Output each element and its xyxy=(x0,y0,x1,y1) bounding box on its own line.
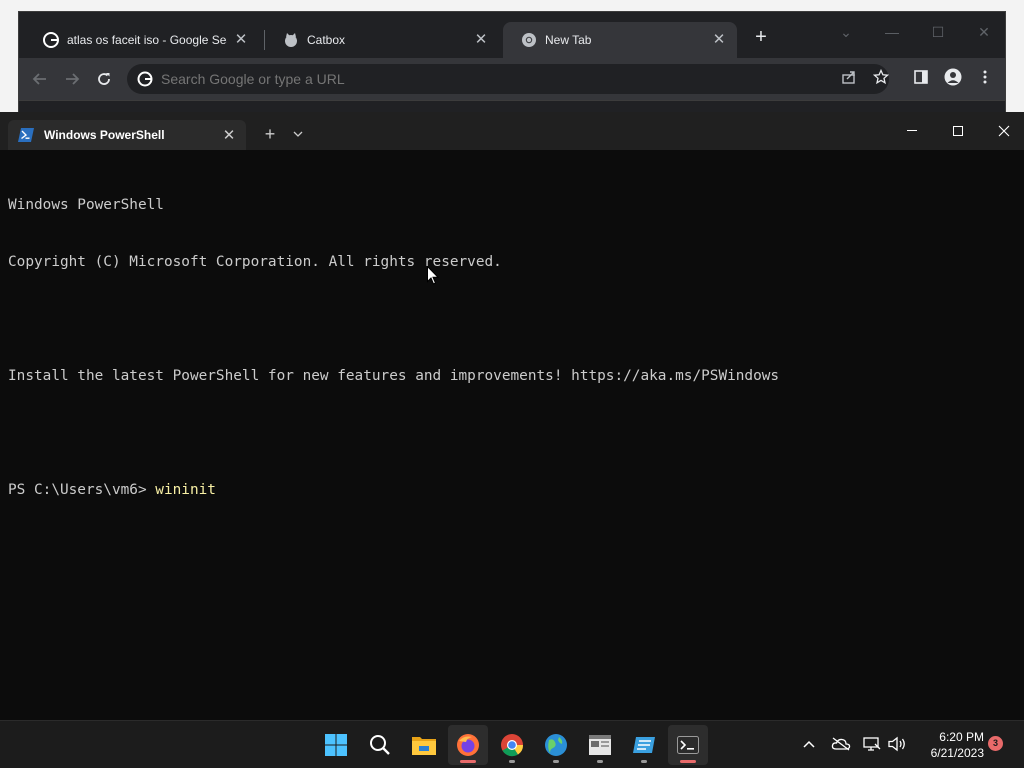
catbox-icon xyxy=(283,32,299,48)
new-tab-button[interactable]: + xyxy=(749,26,773,50)
taskbar-clock[interactable]: 6:20 PM 6/21/2023 xyxy=(914,729,984,761)
terminal-icon xyxy=(677,736,699,754)
google-icon xyxy=(137,71,153,87)
chrome-toolbar xyxy=(19,58,1005,100)
windows-icon xyxy=(325,734,347,756)
chrome-tab-catbox[interactable]: Catbox ✕ xyxy=(265,22,499,58)
side-panel-icon[interactable] xyxy=(908,64,934,90)
taskbar: 6:20 PM 6/21/2023 xyxy=(0,720,1024,768)
close-button[interactable]: ✕ xyxy=(961,18,1007,46)
clock-time: 6:20 PM xyxy=(939,730,984,744)
folder-icon xyxy=(412,737,436,755)
arrow-right-icon xyxy=(66,73,80,85)
profile-icon[interactable] xyxy=(940,64,966,90)
back-button[interactable] xyxy=(27,66,53,92)
chevron-down-icon[interactable] xyxy=(289,122,307,146)
star-icon[interactable] xyxy=(868,64,894,90)
running-indicator xyxy=(597,760,603,763)
chrome-window: atlas os faceit iso - Google Search ✕ Ca… xyxy=(18,11,1006,122)
firefox-button[interactable] xyxy=(448,725,488,765)
terminal-output[interactable]: Windows PowerShell Copyright (C) Microso… xyxy=(8,158,1008,538)
minimize-button[interactable]: — xyxy=(869,18,915,46)
close-icon[interactable]: ✕ xyxy=(473,32,489,48)
powershell-icon xyxy=(18,128,34,142)
app-button[interactable] xyxy=(624,725,664,765)
reload-icon xyxy=(98,73,110,85)
minimize-button[interactable] xyxy=(889,116,935,146)
chrome-icon xyxy=(501,734,524,757)
prompt-line: PS C:\Users\vm6> wininit xyxy=(8,481,1008,500)
chevron-up-icon[interactable] xyxy=(798,733,820,755)
app-window-button[interactable] xyxy=(580,725,620,765)
firefox-icon xyxy=(457,734,479,756)
app-icon xyxy=(633,737,655,753)
network-icon[interactable] xyxy=(861,733,883,755)
edge-button[interactable] xyxy=(536,725,576,765)
running-indicator xyxy=(553,760,559,763)
share-icon[interactable] xyxy=(836,64,862,90)
onedrive-icon[interactable] xyxy=(830,733,852,755)
menu-dots-icon[interactable] xyxy=(972,64,998,90)
chrome-tab-title: Catbox xyxy=(307,33,346,47)
running-indicator xyxy=(460,760,476,763)
chrome-tab-new-tab[interactable]: New Tab ✕ xyxy=(503,22,737,58)
mouse-pointer-icon xyxy=(427,266,439,285)
maximize-button[interactable] xyxy=(935,116,981,146)
arrow-left-icon xyxy=(32,73,46,85)
terminal-line: Install the latest PowerShell for new fe… xyxy=(8,368,780,384)
terminal-titlebar: Windows PowerShell ✕ + xyxy=(0,112,1024,150)
terminal-tab-powershell[interactable]: Windows PowerShell ✕ xyxy=(8,120,246,150)
running-indicator xyxy=(680,760,696,763)
terminal-line: Copyright (C) Microsoft Corporation. All… xyxy=(8,254,502,270)
chrome-tab-title: atlas os faceit iso - Google Search xyxy=(67,33,227,47)
running-indicator xyxy=(509,760,515,763)
globe-icon xyxy=(545,734,567,756)
running-indicator xyxy=(641,760,647,763)
close-icon[interactable]: ✕ xyxy=(220,126,238,144)
chrome-tab-title: New Tab xyxy=(545,33,592,47)
volume-icon[interactable] xyxy=(886,733,908,755)
address-input[interactable] xyxy=(161,71,801,87)
google-icon xyxy=(43,32,59,48)
search-icon xyxy=(370,735,390,755)
chevron-down-icon[interactable]: ⌄ xyxy=(823,18,869,46)
chrome-tab-strip: atlas os faceit iso - Google Search ✕ Ca… xyxy=(19,12,1005,58)
reload-button[interactable] xyxy=(91,66,117,92)
prompt-text: PS C:\Users\vm6> xyxy=(8,482,156,498)
start-button[interactable] xyxy=(316,725,356,765)
forward-button[interactable] xyxy=(59,66,85,92)
file-explorer-button[interactable] xyxy=(404,725,444,765)
terminal-button[interactable] xyxy=(668,725,708,765)
command-text: wininit xyxy=(155,482,216,498)
new-terminal-tab-button[interactable]: + xyxy=(260,122,280,146)
close-icon[interactable]: ✕ xyxy=(711,32,727,48)
close-button[interactable] xyxy=(981,116,1024,146)
close-icon[interactable]: ✕ xyxy=(233,32,249,48)
terminal-tab-title: Windows PowerShell xyxy=(44,128,165,142)
terminal-line: Windows PowerShell xyxy=(8,197,164,213)
maximize-button[interactable]: ☐ xyxy=(915,18,961,46)
terminal-window: Windows PowerShell ✕ + Windows PowerShel… xyxy=(0,112,1024,720)
chrome-icon xyxy=(521,32,537,48)
window-app-icon xyxy=(589,735,611,755)
address-bar[interactable] xyxy=(127,64,889,94)
chrome-button[interactable] xyxy=(492,725,532,765)
clock-date: 6/21/2023 xyxy=(930,746,984,760)
chrome-tab-google-search[interactable]: atlas os faceit iso - Google Search ✕ xyxy=(25,22,259,58)
notification-badge[interactable]: 3 xyxy=(988,736,1003,751)
search-button[interactable] xyxy=(360,725,400,765)
